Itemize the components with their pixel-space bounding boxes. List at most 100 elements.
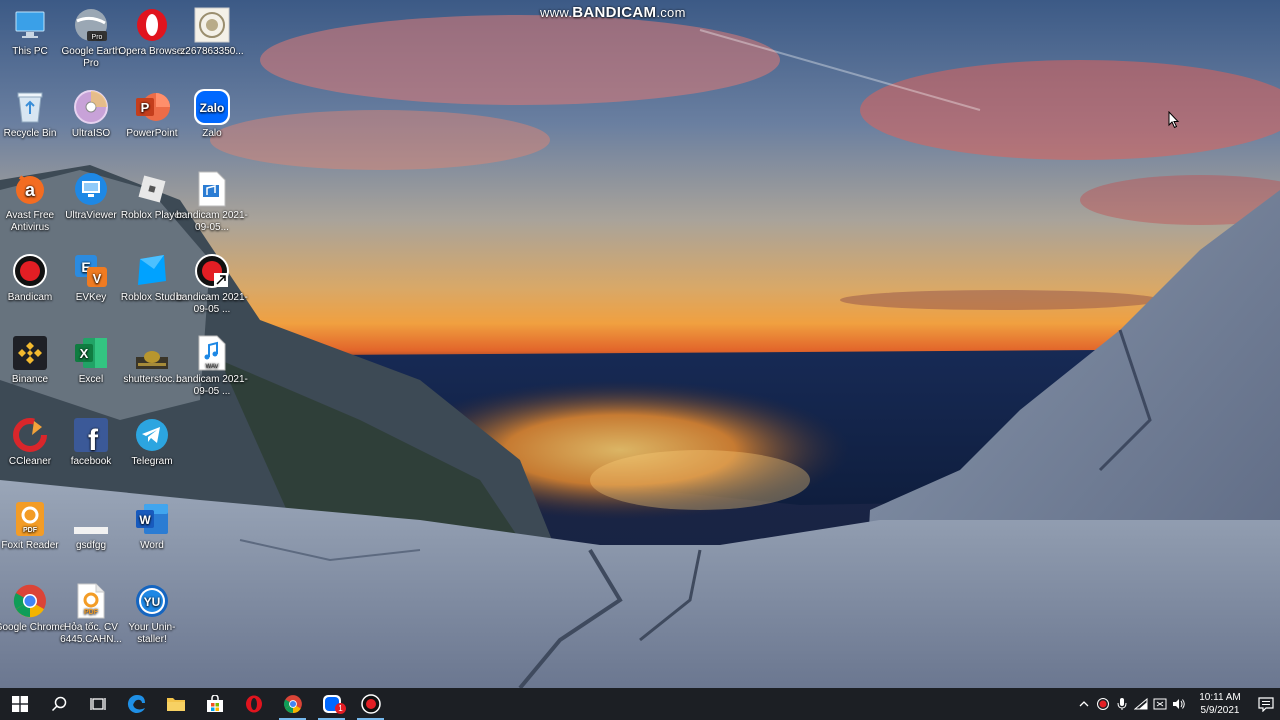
task-view-icon [89, 698, 106, 710]
taskbar: 1 10:11 AM 5/9/2021 [0, 688, 1280, 720]
search-icon [51, 696, 66, 712]
mouse-cursor [1168, 110, 1180, 134]
desktop-icon-label: Word [140, 540, 164, 551]
bandicam-watermark: www.BANDICAM.com [540, 4, 740, 21]
avast-icon: a [11, 170, 49, 208]
network-tray-button[interactable] [1131, 688, 1150, 720]
word-icon: W [133, 500, 171, 538]
blank-file-icon [72, 500, 110, 538]
pdf-file-icon: PDF [72, 582, 110, 620]
store-button[interactable] [195, 688, 234, 720]
image-file-icon [193, 6, 231, 44]
system-tray: 10:11 AM 5/9/2021 [1074, 688, 1280, 720]
record-icon [1096, 698, 1109, 710]
microphone-tray-button[interactable] [1112, 688, 1131, 720]
folder-icon [166, 698, 185, 711]
clock-date: 5/9/2021 [1200, 705, 1240, 716]
desktop-icon-label: Zalo [202, 128, 222, 139]
google-earth-icon: Pro [72, 6, 110, 44]
desktop-icon-label: bandicam 2021-09-05 ... [176, 374, 248, 397]
uninstaller-letters: YU [144, 595, 161, 609]
foxit-reader-icon: PDF [11, 500, 49, 538]
opera-icon [133, 6, 171, 44]
keyboard-language-icon [1153, 698, 1166, 710]
desktop-icon-telegram[interactable]: Telegram [115, 416, 189, 468]
show-hidden-icons-button[interactable] [1074, 688, 1093, 720]
desktop-icon-z267863350[interactable]: z267863350... [175, 6, 249, 58]
edge-button[interactable] [117, 688, 156, 720]
edge-icon [127, 694, 145, 713]
powerpoint-icon: P [133, 88, 171, 126]
desktop-icon-word[interactable]: W Word [115, 500, 189, 552]
desktop-icon-zalo[interactable]: Zalo Zalo [175, 88, 249, 140]
chrome-icon [11, 582, 49, 620]
zalo-notification-badge: 1 [335, 703, 346, 714]
volume-tray-button[interactable] [1169, 688, 1188, 720]
facebook-letter: f [88, 424, 99, 453]
bandicam-taskbar-button[interactable] [351, 688, 390, 720]
evkey-icon: EV [72, 252, 110, 290]
chevron-up-icon [1079, 701, 1088, 707]
task-view-button[interactable] [78, 688, 117, 720]
word-letter: W [139, 513, 151, 527]
this-pc-icon [11, 6, 49, 44]
ultraviewer-icon [72, 170, 110, 208]
binance-icon [11, 334, 49, 372]
action-center-button[interactable] [1252, 688, 1280, 720]
unikey-tray-button[interactable] [1150, 688, 1169, 720]
pdf-file-text: PDF [84, 609, 99, 616]
chrome-taskbar-button[interactable] [273, 688, 312, 720]
taskbar-clock[interactable]: 10:11 AM 5/9/2021 [1192, 691, 1248, 717]
roblox-studio-icon [133, 252, 171, 290]
opera-taskbar-button[interactable] [234, 688, 273, 720]
watermark-brand: BANDICAM [572, 4, 657, 21]
zalo-icon: Zalo [193, 88, 231, 126]
desktop-icon-label: z267863350... [180, 46, 244, 57]
start-button[interactable] [0, 688, 39, 720]
store-icon [206, 695, 223, 712]
ppt-letter: P [141, 100, 150, 115]
desktop-icon-label: Your Unin-staller! [128, 622, 176, 645]
wifi-icon [1133, 698, 1147, 710]
chrome-icon [283, 695, 302, 714]
roblox-icon [133, 170, 171, 208]
watermark-prefix: www. [540, 5, 573, 20]
windows-icon [11, 696, 28, 712]
bandicam-tray-button[interactable] [1093, 688, 1112, 720]
telegram-icon [133, 416, 171, 454]
opera-icon [245, 695, 262, 713]
facebook-icon: f [72, 416, 110, 454]
uninstaller-icon: YU [133, 582, 171, 620]
excel-icon: X [72, 334, 110, 372]
wav-text: WAV [206, 364, 219, 370]
bandicam-shortcut-icon [193, 252, 231, 290]
desktop-icon-label: Telegram [131, 456, 173, 467]
desktop-icon-label: bandicam 2021-09-05 ... [176, 292, 248, 315]
foxit-pdf-text: PDF [23, 527, 38, 534]
clock-time: 10:11 AM [1199, 692, 1241, 703]
watermark-suffix: .com [656, 5, 686, 20]
desktop-icon-bandicam-shortcut[interactable]: bandicam 2021-09-05 ... [175, 252, 249, 316]
avast-letter: a [25, 180, 36, 200]
earth-pro-badge: Pro [92, 34, 103, 41]
excel-letter: X [80, 346, 89, 361]
ultraiso-icon [72, 88, 110, 126]
microphone-icon [1117, 698, 1126, 710]
speaker-icon [1172, 699, 1185, 709]
desktop-icon-label: bandicam 2021-09-05... [176, 210, 248, 233]
desktop-icon-your-uninstaller[interactable]: YU Your Unin-staller! [115, 582, 189, 646]
bandicam-icon [11, 252, 49, 290]
search-button[interactable] [39, 688, 78, 720]
desktop-icon-bandicam-audio-1[interactable]: bandicam 2021-09-05... [175, 170, 249, 234]
wav-file-icon: WAV [193, 334, 231, 372]
file-explorer-button[interactable] [156, 688, 195, 720]
zalo-taskbar-button[interactable]: 1 [312, 688, 351, 720]
notification-icon [1258, 696, 1274, 712]
svg-text:V: V [93, 271, 102, 286]
audio-file-icon [193, 170, 231, 208]
shutterstock-icon [133, 334, 171, 372]
zalo-text: Zalo [200, 101, 225, 115]
ccleaner-icon [11, 416, 49, 454]
desktop-icon-bandicam-wav[interactable]: WAV bandicam 2021-09-05 ... [175, 334, 249, 398]
bandicam-icon [360, 694, 381, 714]
